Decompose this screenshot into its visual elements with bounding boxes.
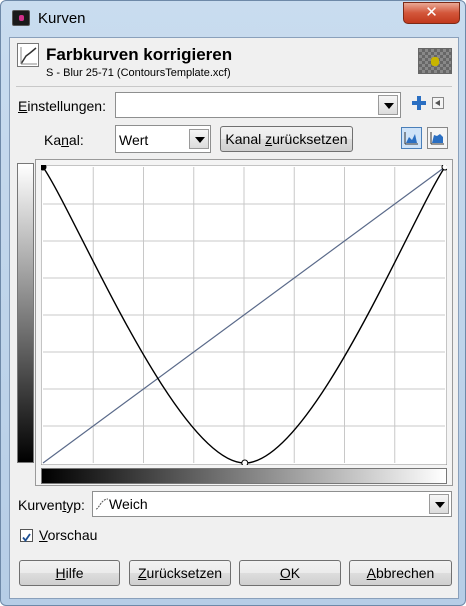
cancel-mnemonic: A (366, 565, 376, 581)
curve-type-post: yp: (66, 497, 85, 513)
help-button[interactable]: Hilfe (19, 560, 120, 586)
close-button[interactable]: ✕ (403, 2, 460, 24)
curve-type-combo[interactable]: Weich (92, 491, 452, 517)
header-separator (16, 86, 452, 87)
reset-channel-pre: Kanal (225, 131, 266, 147)
ok-rest: K (290, 565, 301, 581)
smooth-curve-icon (95, 498, 109, 510)
window-title: Kurven (38, 10, 86, 27)
channel-label: Kanal: (44, 132, 84, 148)
checkmark-icon (22, 533, 31, 542)
curve-control-point[interactable] (41, 165, 47, 171)
preview-mnemonic: V (39, 527, 48, 543)
presets-label: Einstellungen: (18, 98, 106, 114)
output-gradient-bar (17, 163, 34, 463)
chevron-down-icon[interactable] (378, 95, 398, 115)
plus-icon[interactable] (412, 96, 426, 110)
page-title: Farbkurven korrigieren (46, 45, 233, 64)
cancel-button[interactable]: Abbrechen (349, 560, 452, 586)
reset-channel-post: urücksetzen (272, 131, 348, 147)
menu-arrow-icon[interactable] (432, 97, 444, 109)
reset-button[interactable]: Zurücksetzen (129, 560, 231, 586)
curve-type-value: Weich (109, 496, 148, 512)
channel-value: Wert (119, 132, 149, 148)
channel-mnemonic: n (61, 132, 69, 148)
ok-button[interactable]: OK (239, 560, 341, 586)
channel-label-pre: Ka (44, 132, 62, 148)
reset-rest: urücksetzen (146, 565, 223, 581)
curve-type-pre: Kurven (18, 497, 63, 513)
chevron-down-icon[interactable] (429, 494, 449, 514)
help-mnemonic: H (55, 565, 66, 581)
curve-control-point[interactable] (241, 459, 249, 465)
chevron-down-icon[interactable] (189, 129, 209, 149)
linear-histogram-icon[interactable] (401, 127, 422, 149)
title-bar[interactable]: Kurven ✕ (1, 1, 465, 35)
presets-label-rest: instellungen: (27, 98, 106, 114)
preview-label[interactable]: Vorschau (39, 527, 97, 543)
preview-checkbox[interactable] (20, 529, 33, 542)
reset-mnemonic: Z (137, 565, 147, 581)
gimp-app-icon (12, 10, 30, 26)
image-thumbnail (418, 48, 452, 74)
presets-mnemonic: E (18, 98, 28, 114)
preview-rest: orschau (47, 527, 98, 543)
cancel-rest: bbrechen (375, 565, 435, 581)
curves-icon (17, 43, 39, 67)
help-rest: ilfe (65, 565, 84, 581)
log-histogram-icon[interactable] (427, 127, 448, 149)
image-name: S - Blur 25-71 (ContoursTemplate.xcf) (46, 67, 231, 79)
curve-type-label: Kurventyp: (18, 497, 85, 513)
channel-label-post: al: (68, 132, 84, 148)
presets-combo[interactable] (115, 92, 401, 118)
curve-editor[interactable] (41, 165, 447, 465)
input-gradient-bar (41, 468, 447, 484)
reset-channel-button[interactable]: Kanal zurücksetzen (220, 126, 353, 152)
curve-control-point[interactable] (441, 165, 447, 171)
channel-combo[interactable]: Wert (115, 125, 211, 153)
ok-mnemonic: O (279, 565, 291, 581)
